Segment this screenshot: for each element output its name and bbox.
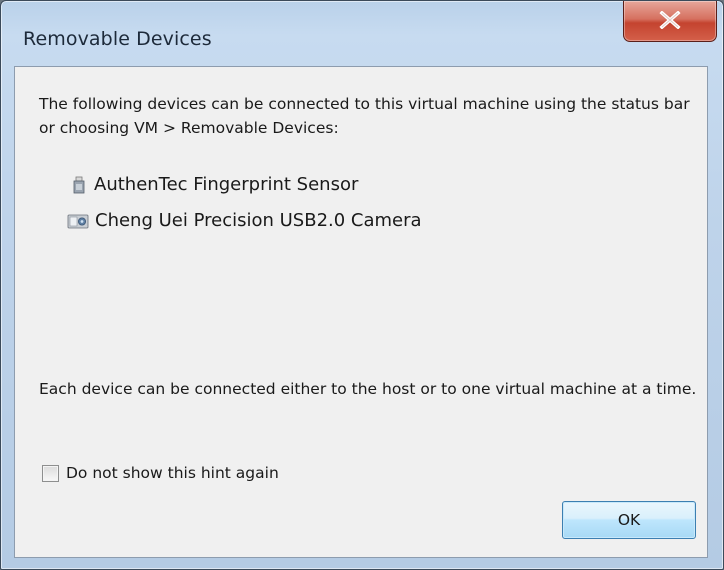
close-button[interactable] [623, 1, 717, 42]
dialog-content: The following devices can be connected t… [14, 66, 708, 558]
device-item-camera: Cheng Uei Precision USB2.0 Camera [67, 210, 422, 231]
device-item-fingerprint-sensor: AuthenTec Fingerprint Sensor [70, 174, 358, 195]
device-label: AuthenTec Fingerprint Sensor [94, 174, 359, 195]
camera-icon [67, 212, 89, 230]
hint-text: Each device can be connected either to t… [39, 380, 697, 398]
title-bar[interactable]: Removable Devices [1, 1, 723, 50]
do-not-show-hint-checkbox[interactable] [42, 464, 59, 482]
removable-devices-dialog: Removable Devices The following devices … [0, 0, 724, 570]
do-not-show-hint-checkbox-row[interactable]: Do not show this hint again [42, 464, 279, 482]
ok-button-label: OK [617, 511, 641, 529]
device-label: Cheng Uei Precision USB2.0 Camera [95, 210, 422, 231]
intro-text: The following devices can be connected t… [39, 95, 690, 137]
dialog-title: Removable Devices [23, 28, 212, 50]
ok-button[interactable]: OK [562, 501, 696, 539]
close-icon [659, 11, 681, 29]
checkbox-label[interactable]: Do not show this hint again [66, 464, 279, 482]
usb-drive-icon [70, 176, 88, 194]
